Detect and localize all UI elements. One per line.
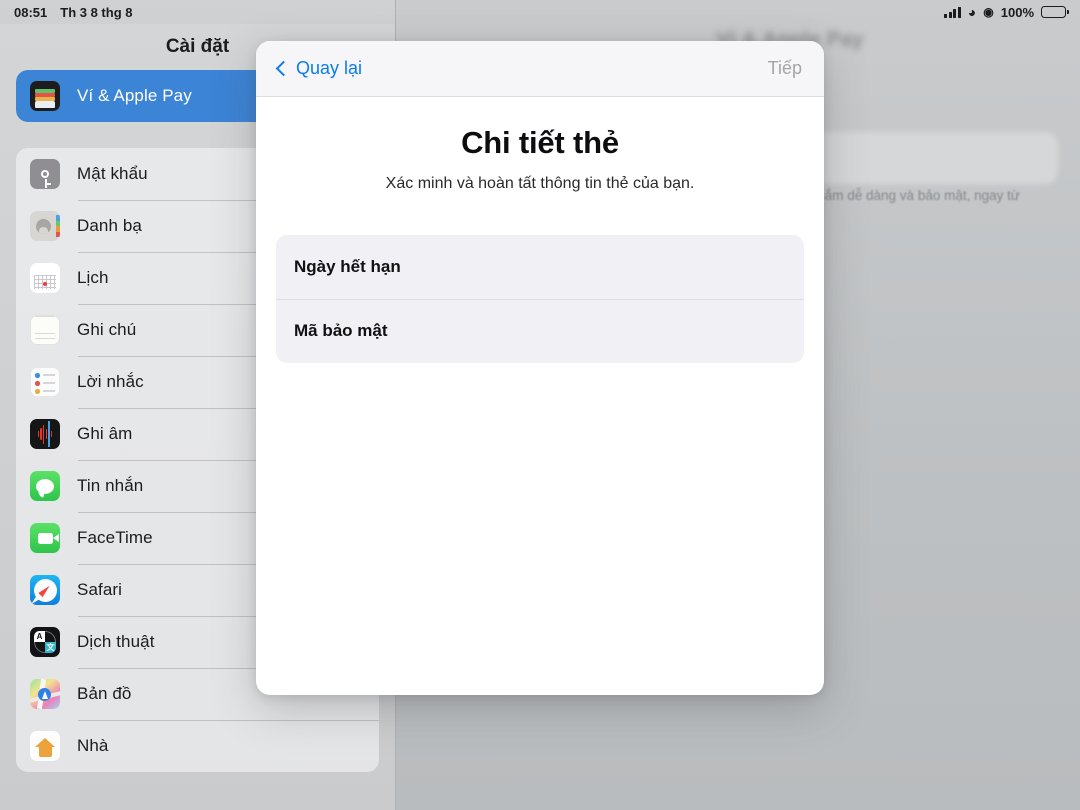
translate-icon: A文 [30, 627, 60, 657]
card-details-modal: Quay lại Tiếp Chi tiết thẻ Xác minh và h… [256, 41, 824, 695]
battery-icon [1041, 6, 1069, 18]
back-button[interactable]: Quay lại [275, 58, 363, 79]
status-date: Th 3 8 thg 8 [60, 4, 133, 20]
status-bar-right: ◕ ◉ 100% [944, 4, 1069, 20]
sidebar-item-label: Bản đồ [77, 684, 132, 703]
facetime-icon [30, 523, 60, 553]
sidebar-item-label: Mật khẩu [77, 164, 148, 183]
modal-navigation-bar: Quay lại Tiếp [256, 41, 824, 97]
sidebar-item-label: Nhà [77, 736, 109, 755]
modal-title: Chi tiết thẻ [461, 125, 619, 160]
background-card-placeholder [800, 132, 1058, 184]
notes-icon [30, 315, 60, 345]
calendar-icon [30, 263, 60, 293]
sidebar-item-label: Safari [77, 580, 123, 599]
cellular-signal-icon [944, 6, 961, 18]
modal-subtitle: Xác minh và hoàn tất thông tin thẻ của b… [385, 175, 695, 192]
home-icon [30, 731, 60, 761]
security-code-field[interactable]: Mã bảo mật [276, 299, 804, 363]
next-button[interactable]: Tiếp [768, 58, 802, 79]
card-details-form: Ngày hết hạn Mã bảo mật [276, 235, 804, 363]
maps-icon [30, 679, 60, 709]
sidebar-item-label: Ghi âm [77, 424, 133, 443]
sidebar-item-label: Dịch thuật [77, 632, 155, 651]
background-paragraph: sắm dễ dàng và bảo mật, ngay từ [818, 188, 1020, 203]
wallet-icon [30, 81, 60, 111]
back-button-label: Quay lại [296, 58, 363, 78]
wifi-icon: ◕ [967, 4, 977, 20]
sidebar-item-home[interactable]: Nhà [16, 720, 379, 772]
status-bar-left: 08:51 Th 3 8 thg 8 [14, 5, 132, 20]
voice-memos-icon [30, 419, 60, 449]
messages-icon [30, 471, 60, 501]
ipad-settings-screen: Ví & Apple Pay sắm dễ dàng và bảo mật, n… [0, 0, 1080, 810]
contacts-icon [30, 211, 60, 241]
sidebar-item-label: FaceTime [77, 528, 153, 547]
sidebar-item-label: Danh bạ [77, 216, 142, 235]
status-time: 08:51 [14, 4, 48, 20]
modal-body: Chi tiết thẻ Xác minh và hoàn tất thông … [256, 97, 824, 363]
sidebar-item-label: Lịch [77, 268, 109, 287]
location-icon: ◉ [983, 5, 994, 19]
expiration-date-field[interactable]: Ngày hết hạn [276, 235, 804, 299]
sidebar-item-label: Ghi chú [77, 320, 137, 339]
sidebar-item-label: Lời nhắc [77, 372, 144, 391]
battery-percent-label: 100% [1000, 4, 1034, 20]
status-bar: 08:51 Th 3 8 thg 8 ◕ ◉ 100% [0, 0, 1080, 24]
key-icon [30, 159, 60, 189]
reminders-icon [30, 367, 60, 397]
safari-icon [30, 575, 60, 605]
chevron-left-icon [275, 60, 292, 77]
sidebar-item-label: Tin nhắn [77, 476, 144, 495]
sidebar-item-label: Ví & Apple Pay [77, 86, 192, 105]
